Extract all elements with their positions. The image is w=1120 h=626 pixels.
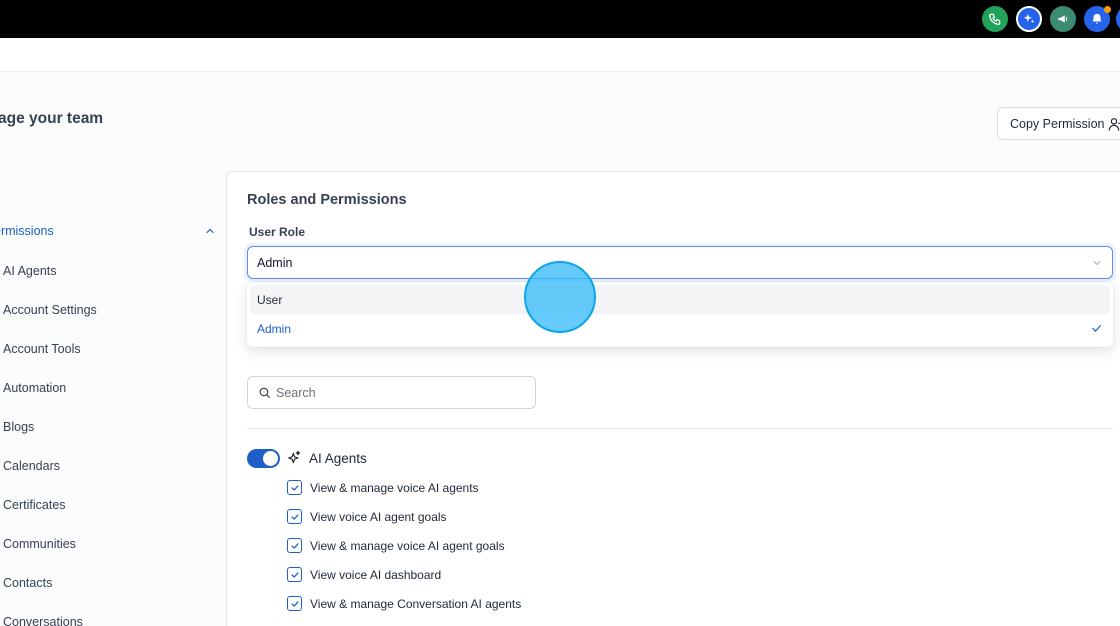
search-input[interactable] [276,385,516,400]
sidebar-item-automation[interactable]: Automation [3,381,66,395]
check-icon [290,484,299,491]
divider [247,428,1113,429]
role-option-label: User [257,292,283,307]
top-bar [0,0,1120,38]
user-role-select[interactable]: Admin [247,246,1113,279]
permission-search [247,376,536,409]
permission-item[interactable]: View voice AI agent goals [287,509,447,524]
ai-sparkle-icon[interactable] [1016,6,1042,32]
phone-icon[interactable] [982,6,1008,32]
check-icon [1092,325,1101,332]
check-icon [290,542,299,549]
role-option-user[interactable]: User [250,285,1110,314]
check-icon [290,571,299,578]
sidebar-item-ai-agents[interactable]: AI Agents [3,264,57,278]
notification-dot [1104,6,1111,13]
copy-permission-label: Copy Permission [1010,116,1105,131]
role-option-admin[interactable]: Admin [250,314,1110,343]
check-icon [290,600,299,607]
permission-label: View & manage voice AI agent goals [310,538,505,553]
megaphone-icon[interactable] [1050,6,1076,32]
sidebar-item-certificates[interactable]: Certificates [3,498,66,512]
permission-checkbox[interactable] [287,480,302,495]
role-option-label: Admin [257,321,292,336]
permission-checkbox[interactable] [287,567,302,582]
check-icon [290,513,299,520]
copy-permission-button[interactable]: Copy Permission [997,107,1120,140]
bell-icon[interactable] [1084,6,1111,32]
sidebar-item-contacts[interactable]: Contacts [3,576,52,590]
user-role-label: User Role [249,225,306,239]
permission-checkbox[interactable] [287,509,302,524]
permission-checkbox[interactable] [287,538,302,553]
sidebar-section-label: ermissions [0,224,54,238]
user-role-dropdown: User Admin [247,282,1113,347]
sparkle-icon [288,450,301,464]
permission-item[interactable]: View & manage voice AI agent goals [287,538,505,553]
permission-group-label: AI Agents [309,451,367,466]
page-title: age your team [0,110,104,127]
click-indicator [524,261,596,333]
sidebar-item-communities[interactable]: Communities [3,537,76,551]
sidebar-item-blogs[interactable]: Blogs [3,420,34,434]
ai-agents-toggle[interactable] [247,449,280,468]
sidebar-item-conversations[interactable]: Conversations [3,615,83,626]
permission-item[interactable]: View voice AI dashboard [287,567,441,582]
chevron-up-icon [206,228,214,234]
panel-title: Roles and Permissions [247,192,407,208]
permission-checkbox[interactable] [287,596,302,611]
user-plus-icon [1109,117,1120,131]
avatar[interactable] [1116,6,1120,32]
sidebar-section-permissions[interactable]: ermissions [0,218,216,244]
chevron-down-icon [1093,260,1101,265]
sidebar-item-account-settings[interactable]: Account Settings [3,303,97,317]
permission-item[interactable]: View & manage Conversation AI agents [287,596,521,611]
roles-permissions-panel: Roles and Permissions User Role Admin Us… [226,171,1120,626]
permission-label: View & manage Conversation AI agents [310,596,522,611]
sidebar-item-calendars[interactable]: Calendars [3,459,60,473]
search-icon [259,387,270,398]
sidebar-item-account-tools[interactable]: Account Tools [3,342,81,356]
permission-label: View voice AI agent goals [310,509,447,524]
permission-label: View voice AI dashboard [310,567,442,582]
permission-item[interactable]: View & manage voice AI agents [287,480,479,495]
user-role-value: Admin [257,255,293,270]
secondary-bar [0,38,1120,72]
permission-label: View & manage voice AI agents [310,480,479,495]
